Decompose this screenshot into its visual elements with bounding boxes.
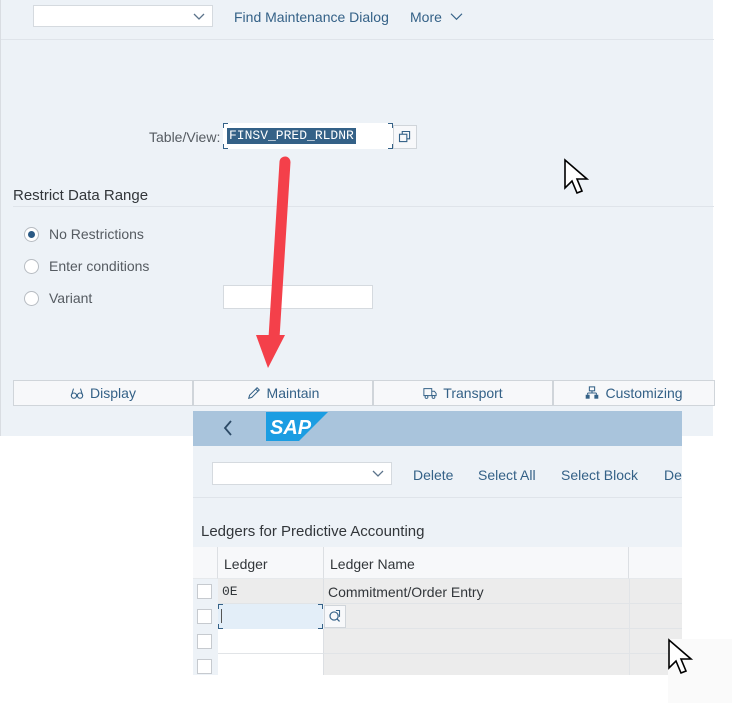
ledger-table: Ledger Ledger Name 0E Commitment/Order E… [193, 547, 682, 675]
radio-button[interactable] [24, 291, 39, 306]
row-selector[interactable] [197, 584, 212, 599]
row-selector[interactable] [197, 609, 212, 624]
column-header-ledger[interactable]: Ledger [218, 547, 324, 579]
column-header-ledger-name[interactable]: Ledger Name [324, 547, 629, 579]
empty-cell [629, 604, 682, 629]
find-maintenance-dialog-link[interactable]: Find Maintenance Dialog [234, 9, 389, 25]
ledger-name-cell [324, 654, 629, 675]
ledger-input-cell[interactable] [218, 629, 324, 654]
button-label: Transport [443, 385, 503, 401]
row-selector[interactable] [197, 634, 212, 649]
search-help-icon [329, 610, 341, 622]
radio-label: Variant [49, 290, 93, 306]
customizing-button[interactable]: Customizing [553, 380, 715, 406]
command-combo[interactable] [212, 462, 392, 485]
maintain-table-views-screen: Find Maintenance Dialog More Table/View:… [0, 0, 715, 436]
more-menu[interactable]: More [410, 9, 463, 25]
deselect-all-button[interactable]: De [664, 467, 682, 483]
ledger-name-cell [324, 629, 629, 654]
empty-cell [629, 579, 682, 604]
pencil-icon [247, 387, 260, 400]
shell-bar: SAP [193, 411, 682, 446]
text-caret [221, 609, 222, 623]
focus-corner [318, 624, 323, 629]
sap-logo-text: SAP [270, 417, 312, 439]
table-view-value: FINSV_PRED_RLDNR [227, 128, 356, 144]
display-button[interactable]: Display [13, 380, 193, 406]
value-help-button[interactable] [324, 605, 346, 628]
chevron-down-icon [193, 13, 205, 20]
maintain-button[interactable]: Maintain [193, 380, 373, 406]
command-combo[interactable] [33, 5, 213, 27]
back-arrow-icon[interactable] [221, 418, 235, 438]
button-label: Customizing [605, 385, 683, 401]
truck-icon [423, 388, 437, 399]
radio-button[interactable] [24, 259, 39, 274]
table-row[interactable] [193, 654, 682, 675]
restrict-data-range-title: Restrict Data Range [13, 187, 149, 204]
ledger-input-focused[interactable] [218, 604, 323, 629]
variant-input[interactable] [223, 285, 373, 309]
delete-button[interactable]: Delete [413, 467, 453, 483]
table-view-label: Table/View: [149, 129, 221, 145]
mouse-cursor-icon [668, 638, 694, 675]
toolbar: Delete Select All Select Block De [193, 446, 682, 498]
table-title: Ledgers for Predictive Accounting [201, 523, 425, 540]
select-all-button[interactable]: Select All [478, 467, 536, 483]
focus-corner [218, 624, 223, 629]
chevron-down-icon [450, 13, 463, 21]
ledger-name-cell [324, 604, 629, 629]
table-row[interactable]: 0E Commitment/Order Entry [193, 579, 682, 604]
focus-corner [318, 604, 323, 609]
glasses-icon [70, 388, 84, 399]
ledger-name-cell: Commitment/Order Entry [324, 579, 629, 604]
select-block-button[interactable]: Select Block [561, 467, 638, 483]
more-label: More [410, 9, 442, 25]
sap-logo: SAP [266, 412, 328, 441]
section-divider [13, 206, 714, 207]
button-label: Maintain [266, 385, 320, 401]
value-help-icon [398, 130, 411, 143]
table-maintenance-screen: SAP Delete Select All Select Block De Le… [193, 411, 682, 675]
value-help-button[interactable] [393, 125, 417, 149]
table-row[interactable] [193, 629, 682, 654]
select-column-header[interactable] [193, 547, 218, 579]
hierarchy-icon [586, 386, 599, 399]
mouse-cursor-icon [564, 158, 590, 195]
table-view-input[interactable]: FINSV_PRED_RLDNR [223, 123, 393, 149]
ledger-input-cell[interactable] [218, 654, 324, 675]
button-label: Display [90, 385, 136, 401]
toolbar: Find Maintenance Dialog More [1, 0, 714, 40]
ledger-cell: 0E [218, 579, 324, 604]
chevron-down-icon [372, 470, 384, 477]
radio-button-selected[interactable] [24, 227, 39, 242]
radio-label: No Restrictions [49, 226, 144, 242]
column-header-empty [629, 547, 682, 579]
radio-label: Enter conditions [49, 258, 150, 274]
row-selector[interactable] [197, 659, 212, 674]
transport-button[interactable]: Transport [373, 380, 553, 406]
focus-corner [223, 144, 228, 149]
